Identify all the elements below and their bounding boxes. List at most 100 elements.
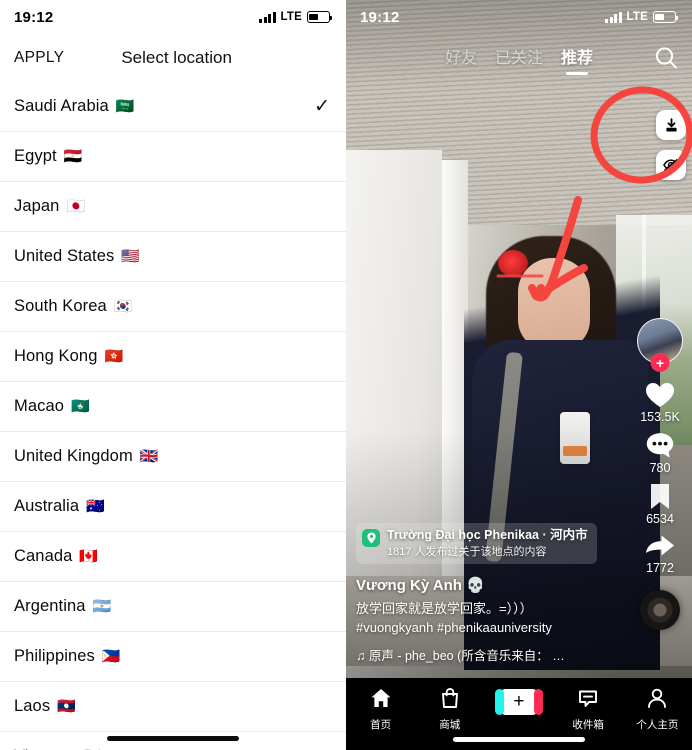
share-arrow-icon bbox=[646, 535, 674, 556]
share-count: 1772 bbox=[646, 561, 674, 575]
country-row[interactable]: United Kingdom 🇬🇧 bbox=[0, 432, 346, 482]
picker-header: APPLY Select location bbox=[0, 34, 346, 82]
nav-item-label: 首页 bbox=[370, 719, 392, 731]
caption-block: Trường Đại học Phenikaa · 河内市 1817 人发布过关… bbox=[356, 523, 624, 664]
floating-action-buttons bbox=[656, 110, 686, 180]
location-picker-panel: 19:12 LTE APPLY Select location Saudi Ar… bbox=[0, 0, 346, 750]
like-button[interactable]: 153.5K bbox=[640, 380, 680, 424]
country-name: United Kingdom 🇬🇧 bbox=[14, 447, 159, 465]
country-flag-icon: 🇱🇦 bbox=[57, 698, 76, 715]
country-flag-icon: 🇦🇺 bbox=[86, 498, 105, 515]
create-plus-label: + bbox=[513, 690, 525, 712]
nav-item-shop-bag[interactable]: 商城 bbox=[422, 687, 478, 732]
country-row[interactable]: Hong Kong 🇭🇰 bbox=[0, 332, 346, 382]
action-rail: + 153.5K 780 6534 1772 bbox=[632, 318, 688, 630]
country-flag-icon: 🇵🇭 bbox=[101, 648, 121, 665]
battery-icon bbox=[307, 11, 333, 23]
search-icon[interactable] bbox=[652, 44, 680, 72]
status-time-right: 19:12 bbox=[360, 8, 400, 26]
follow-button[interactable]: + bbox=[650, 353, 670, 372]
post-description: 放学回家就是放学回家。=））） bbox=[356, 601, 533, 617]
country-flag-icon: 🇲🇴 bbox=[71, 398, 90, 415]
country-name: Japan 🇯🇵 bbox=[14, 197, 86, 215]
music-row[interactable]: ♫ 原声 - phe_beo (所含音乐来自： … bbox=[356, 645, 624, 664]
battery-icon-right bbox=[653, 11, 679, 23]
country-name: Macao 🇲🇴 bbox=[14, 397, 90, 415]
country-name: Saudi Arabia 🇸🇦 bbox=[14, 97, 135, 115]
country-row[interactable]: Macao 🇲🇴 bbox=[0, 382, 346, 432]
country-name: Philippines 🇵🇭 bbox=[14, 647, 121, 665]
video-feed-panel: 19:12 LTE 好友 已关注 推荐 + 153.5K 780 6534 17… bbox=[346, 0, 692, 750]
nav-item-label: 个人主页 bbox=[636, 719, 679, 731]
signal-bars-icon bbox=[259, 11, 276, 23]
post-hashtags[interactable]: #vuongkyanh #phenikaauniversity bbox=[356, 619, 624, 638]
status-indicators-right: LTE bbox=[605, 11, 679, 23]
status-bar-left: 19:12 LTE bbox=[0, 0, 346, 34]
post-author[interactable]: Vương Kỳ Anh 💀 bbox=[356, 576, 624, 594]
country-name: Egypt 🇪🇬 bbox=[14, 147, 83, 165]
nav-item-label: 收件箱 bbox=[572, 719, 604, 731]
country-name: United States 🇺🇸 bbox=[14, 247, 141, 265]
home-indicator-right bbox=[453, 737, 585, 742]
selected-checkmark-icon: ✓ bbox=[314, 96, 330, 117]
status-bar-right: 19:12 LTE bbox=[346, 0, 692, 34]
share-button[interactable]: 1772 bbox=[644, 533, 676, 575]
feed-tab[interactable]: 推荐 bbox=[561, 44, 593, 74]
country-row[interactable]: Laos 🇱🇦 bbox=[0, 682, 346, 732]
nav-item-inbox[interactable]: 收件箱 bbox=[560, 687, 616, 732]
music-disc-icon[interactable] bbox=[640, 590, 680, 630]
country-row[interactable]: Egypt 🇪🇬 bbox=[0, 132, 346, 182]
feed-tab[interactable]: 已关注 bbox=[495, 44, 543, 74]
nav-item-person[interactable]: 个人主页 bbox=[629, 687, 685, 732]
country-name: Canada 🇨🇦 bbox=[14, 547, 99, 565]
comment-count: 780 bbox=[649, 461, 671, 475]
country-row[interactable]: Philippines 🇵🇭 bbox=[0, 632, 346, 682]
country-flag-icon: 🇯🇵 bbox=[66, 198, 86, 215]
country-row[interactable]: Vietnam🇻🇳 bbox=[0, 732, 346, 750]
country-name: Laos 🇱🇦 bbox=[14, 697, 76, 715]
country-row[interactable]: South Korea 🇰🇷 bbox=[0, 282, 346, 332]
country-flag-icon: 🇪🇬 bbox=[63, 148, 83, 165]
home-indicator-left bbox=[107, 736, 239, 741]
comment-icon bbox=[646, 433, 674, 458]
feed-tab[interactable]: 好友 bbox=[445, 44, 477, 74]
location-name: Trường Đại học Phenikaa · 河内市 bbox=[387, 528, 588, 543]
nav-item-create[interactable]: + bbox=[491, 687, 547, 715]
location-badge[interactable]: Trường Đại học Phenikaa · 河内市 1817 人发布过关… bbox=[356, 523, 597, 565]
country-row[interactable]: Japan 🇯🇵 bbox=[0, 182, 346, 232]
country-row[interactable]: Argentina 🇦🇷 bbox=[0, 582, 346, 632]
country-flag-icon: 🇨🇦 bbox=[79, 548, 99, 565]
country-name: Hong Kong 🇭🇰 bbox=[14, 347, 124, 365]
network-type-label: LTE bbox=[280, 11, 302, 23]
bookmark-button[interactable]: 6534 bbox=[646, 482, 674, 526]
country-flag-icon: 🇸🇦 bbox=[115, 98, 135, 115]
bookmark-icon bbox=[651, 484, 669, 509]
location-pin-icon bbox=[362, 529, 380, 548]
create-icon[interactable]: + bbox=[494, 689, 543, 715]
inbox-icon bbox=[577, 687, 599, 714]
like-count: 153.5K bbox=[640, 410, 680, 424]
shop-bag-icon bbox=[439, 687, 461, 714]
location-subtitle: 1817 人发布过关于该地点的内容 bbox=[387, 546, 547, 559]
avatar-wrapper[interactable]: + bbox=[637, 318, 683, 372]
eye-slash-icon[interactable] bbox=[656, 150, 686, 180]
apply-button[interactable]: APPLY bbox=[14, 49, 64, 67]
page-title: Select location bbox=[121, 48, 232, 67]
country-row[interactable]: Canada 🇨🇦 bbox=[0, 532, 346, 582]
heart-icon bbox=[646, 383, 674, 407]
country-row[interactable]: United States 🇺🇸 bbox=[0, 232, 346, 282]
country-name: Australia 🇦🇺 bbox=[14, 497, 105, 515]
download-icon[interactable] bbox=[656, 110, 686, 140]
status-time: 19:12 bbox=[14, 8, 54, 26]
country-flag-icon: 🇦🇷 bbox=[92, 598, 112, 615]
country-row[interactable]: Saudi Arabia 🇸🇦 ✓ bbox=[0, 82, 346, 132]
network-type-label-right: LTE bbox=[626, 11, 648, 23]
country-flag-icon: 🇰🇷 bbox=[113, 298, 133, 315]
comment-button[interactable]: 780 bbox=[645, 431, 675, 475]
country-flag-icon: 🇬🇧 bbox=[139, 448, 159, 465]
country-flag-icon: 🇺🇸 bbox=[121, 248, 141, 265]
nav-item-home[interactable]: 首页 bbox=[353, 687, 409, 732]
home-icon bbox=[370, 687, 392, 714]
nav-item-label: 商城 bbox=[439, 719, 461, 731]
country-row[interactable]: Australia 🇦🇺 bbox=[0, 482, 346, 532]
